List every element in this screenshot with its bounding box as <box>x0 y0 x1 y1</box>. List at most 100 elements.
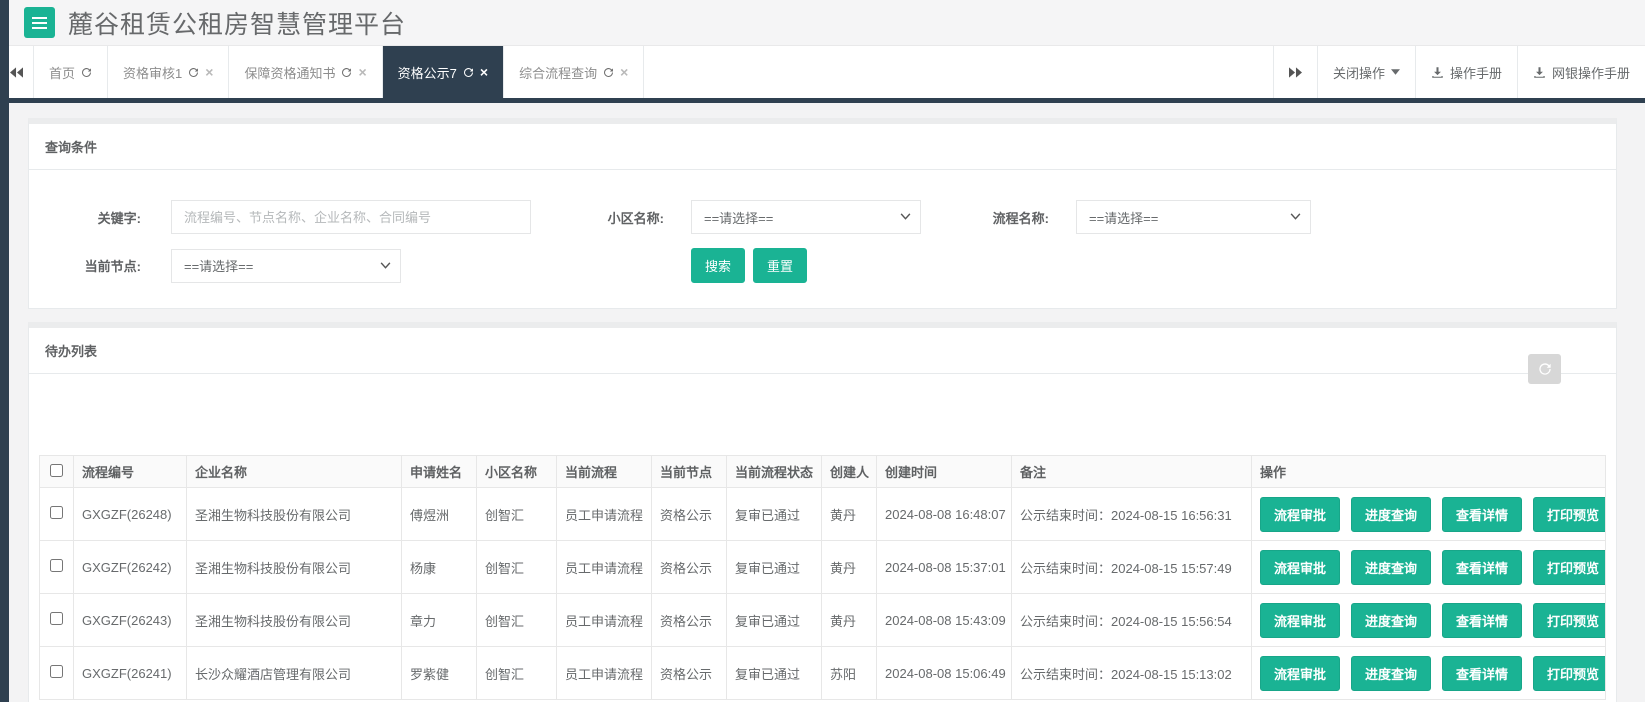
search-button[interactable]: 搜索 <box>691 248 746 283</box>
cell-community: 创智汇 <box>476 593 557 647</box>
cell-node: 资格公示 <box>651 593 727 647</box>
app-title: 麓谷租赁公租房智慧管理平台 <box>68 10 407 39</box>
process-approve-button[interactable]: 流程审批 <box>1260 655 1341 691</box>
cell-applicant: 傅煜洲 <box>401 487 477 541</box>
reset-button[interactable]: 重置 <box>753 248 808 283</box>
cell-creator: 黄丹 <box>821 593 877 647</box>
refresh-icon[interactable] <box>81 67 92 78</box>
hamburger-menu-button[interactable] <box>24 7 55 38</box>
node-select[interactable]: ==请选择== <box>171 248 401 283</box>
node-label: 当前节点: <box>84 259 141 274</box>
download-icon <box>1432 66 1443 78</box>
select-all-checkbox[interactable] <box>50 463 63 477</box>
cell-created: 2024-08-08 15:37:01 <box>876 540 1012 594</box>
table-row: GXGZF(26241) 长沙众耀酒店管理有限公司 罗紫健 创智汇 员工申请流程… <box>39 646 1606 700</box>
tab-label: 保障资格通知书 <box>244 65 336 81</box>
refresh-icon <box>1538 363 1551 375</box>
cell-creator: 黄丹 <box>821 540 877 594</box>
cell-status: 复审已通过 <box>726 540 822 594</box>
table-row: GXGZF(26248) 圣湘生物科技股份有限公司 傅煜洲 创智汇 员工申请流程… <box>39 487 1606 541</box>
row-checkbox[interactable] <box>50 506 63 519</box>
view-details-button[interactable]: 查看详情 <box>1442 496 1523 532</box>
refresh-icon[interactable] <box>341 67 352 78</box>
cell-remark: 公示结束时间：2024-08-15 15:57:49 <box>1011 540 1252 594</box>
refresh-icon[interactable] <box>188 67 199 78</box>
tab-label: 综合流程查询 <box>519 65 598 81</box>
cell-node: 资格公示 <box>651 646 727 700</box>
process-label: 流程名称: <box>992 210 1049 226</box>
cell-applicant: 杨康 <box>401 540 477 594</box>
row-checkbox[interactable] <box>50 665 63 678</box>
tab-qualification-review[interactable]: 资格审核1 × <box>108 46 230 98</box>
col-current-process: 当前流程 <box>556 455 652 488</box>
operation-manual-label: 操作手册 <box>1449 65 1502 81</box>
tab-process-query[interactable]: 综合流程查询 × <box>504 46 645 98</box>
col-current-node: 当前节点 <box>651 455 727 488</box>
tab-guarantee-notice[interactable]: 保障资格通知书 × <box>229 46 383 98</box>
close-icon[interactable]: × <box>358 65 366 79</box>
progress-query-button[interactable]: 进度查询 <box>1351 549 1432 585</box>
process-approve-button[interactable]: 流程审批 <box>1260 496 1341 532</box>
col-company: 企业名称 <box>186 455 402 488</box>
col-creator: 创建人 <box>821 455 877 488</box>
tabs-scroll-right-button[interactable] <box>1272 46 1317 98</box>
tab-qualification-publicity[interactable]: 资格公示7 × <box>382 46 505 98</box>
process-approve-button[interactable]: 流程审批 <box>1260 602 1341 638</box>
process-select[interactable]: ==请选择== <box>1076 200 1311 234</box>
row-checkbox[interactable] <box>50 612 63 625</box>
col-actions: 操作 <box>1251 455 1606 488</box>
cell-creator: 黄丹 <box>821 487 877 541</box>
cell-created: 2024-08-08 15:43:09 <box>876 593 1012 647</box>
progress-query-button[interactable]: 进度查询 <box>1351 655 1432 691</box>
print-preview-button[interactable]: 打印预览 <box>1533 655 1605 691</box>
table-refresh-button[interactable] <box>1528 354 1561 384</box>
table-header-row: 流程编号 企业名称 申请姓名 小区名称 当前流程 当前节点 当前流程状态 创建人… <box>39 455 1606 488</box>
cell-created: 2024-08-08 16:48:07 <box>876 487 1012 541</box>
community-select-value: ==请选择== <box>704 210 774 226</box>
view-details-button[interactable]: 查看详情 <box>1442 655 1523 691</box>
print-preview-button[interactable]: 打印预览 <box>1533 602 1605 638</box>
cell-process: 员工申请流程 <box>556 646 652 700</box>
todo-table-wrap: 流程编号 企业名称 申请姓名 小区名称 当前流程 当前节点 当前流程状态 创建人… <box>39 455 1606 700</box>
print-preview-button[interactable]: 打印预览 <box>1533 496 1605 532</box>
operation-manual-download[interactable]: 操作手册 <box>1414 46 1517 98</box>
cell-community: 创智汇 <box>476 487 557 541</box>
process-select-value: ==请选择== <box>1089 210 1159 226</box>
keyword-label: 关键字: <box>97 210 141 226</box>
close-icon[interactable]: × <box>205 65 213 79</box>
tab-label: 首页 <box>49 65 76 81</box>
table-row: GXGZF(26243) 圣湘生物科技股份有限公司 章力 创智汇 员工申请流程 … <box>39 593 1606 647</box>
row-checkbox[interactable] <box>50 559 63 572</box>
refresh-icon[interactable] <box>463 67 474 78</box>
tab-home[interactable]: 首页 <box>34 46 109 98</box>
cell-process: 员工申请流程 <box>556 593 652 647</box>
print-preview-button[interactable]: 打印预览 <box>1533 549 1605 585</box>
close-icon[interactable]: × <box>480 65 488 79</box>
close-operations-dropdown[interactable]: 关闭操作 <box>1316 46 1415 98</box>
progress-query-button[interactable]: 进度查询 <box>1351 602 1432 638</box>
download-icon <box>1534 66 1545 78</box>
cell-remark: 公示结束时间：2024-08-15 15:13:02 <box>1011 646 1252 700</box>
query-form: 关键字: 小区名称: ==请选择== 流程名称: ==请选择== 当前节点 <box>29 170 1616 308</box>
community-select[interactable]: ==请选择== <box>691 200 921 234</box>
bank-manual-download[interactable]: 网银操作手册 <box>1516 46 1645 98</box>
cell-company: 长沙众耀酒店管理有限公司 <box>186 646 402 700</box>
view-details-button[interactable]: 查看详情 <box>1442 602 1523 638</box>
cell-status: 复审已通过 <box>726 487 822 541</box>
hamburger-icon <box>32 16 47 19</box>
community-label: 小区名称: <box>607 210 664 226</box>
close-operations-label: 关闭操作 <box>1332 65 1385 81</box>
cell-node: 资格公示 <box>651 540 727 594</box>
cell-process: 员工申请流程 <box>556 540 652 594</box>
chevron-down-icon <box>380 261 391 269</box>
collapsed-sidebar <box>0 0 9 702</box>
close-icon[interactable]: × <box>620 65 628 79</box>
keyword-input[interactable] <box>171 200 531 234</box>
cell-process: 员工申请流程 <box>556 487 652 541</box>
query-conditions-panel: 查询条件 关键字: 小区名称: ==请选择== 流程名称: ==请选择== <box>28 118 1617 309</box>
process-approve-button[interactable]: 流程审批 <box>1260 549 1341 585</box>
progress-query-button[interactable]: 进度查询 <box>1351 496 1432 532</box>
cell-applicant: 罗紫健 <box>401 646 477 700</box>
view-details-button[interactable]: 查看详情 <box>1442 549 1523 585</box>
refresh-icon[interactable] <box>603 67 614 78</box>
